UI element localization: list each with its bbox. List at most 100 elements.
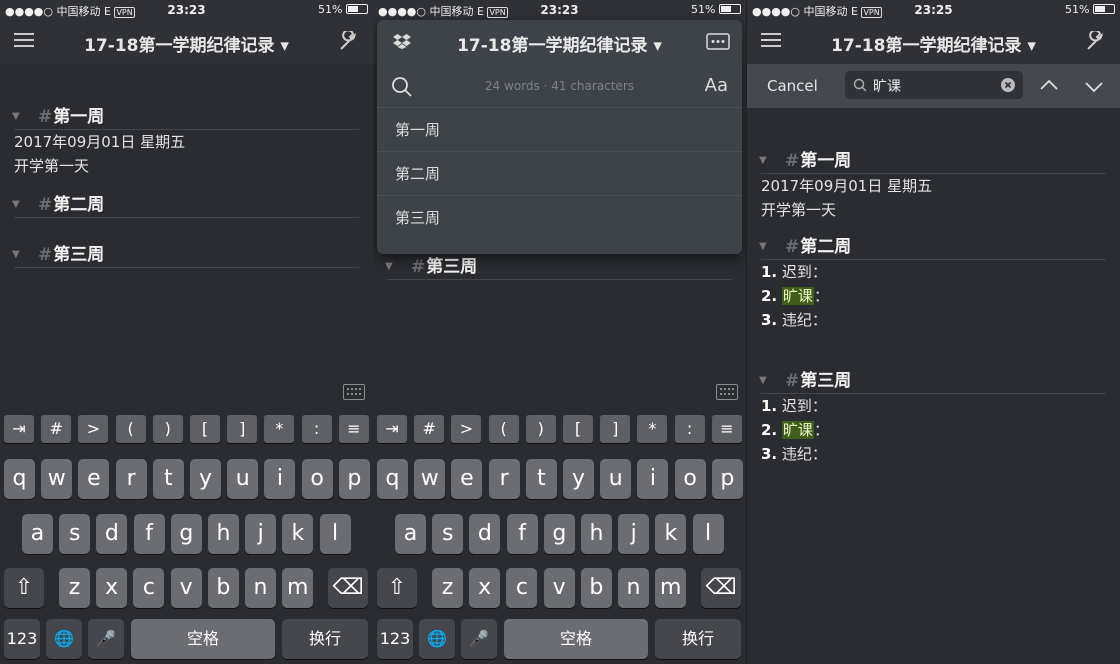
key-x[interactable]: x bbox=[469, 568, 501, 608]
heading-week1[interactable]: ▼ #第一周 bbox=[12, 104, 359, 130]
heading-week2[interactable]: ▼ #第二周 bbox=[12, 192, 359, 218]
markdown-key[interactable]: ( bbox=[115, 415, 146, 443]
document-title[interactable]: 17-18第一学期纪律记录 ▾ bbox=[0, 31, 373, 56]
key-g[interactable]: g bbox=[543, 514, 575, 554]
toc-item[interactable]: 第二周 bbox=[377, 151, 742, 195]
markdown-key[interactable]: [ bbox=[563, 415, 593, 443]
key-h[interactable]: h bbox=[581, 514, 612, 554]
collapse-icon[interactable]: ▼ bbox=[12, 192, 20, 218]
key-v[interactable]: v bbox=[543, 568, 575, 608]
toc-item[interactable]: 第三周 bbox=[377, 195, 742, 239]
globe-icon[interactable]: 🌐 bbox=[419, 619, 455, 659]
markdown-key[interactable]: [ bbox=[190, 415, 220, 443]
key-c[interactable]: c bbox=[506, 568, 538, 608]
key-q[interactable]: q bbox=[4, 459, 35, 499]
key-k[interactable]: k bbox=[282, 514, 314, 554]
markdown-key[interactable]: * bbox=[637, 415, 668, 443]
key-o[interactable]: o bbox=[674, 459, 706, 499]
heading-week3[interactable]: ▼ #第三周 bbox=[12, 242, 359, 268]
key-z[interactable]: z bbox=[59, 568, 90, 608]
collapse-icon[interactable]: ▼ bbox=[759, 234, 767, 260]
wrench-icon[interactable] bbox=[1086, 31, 1106, 51]
collapse-icon[interactable]: ▼ bbox=[12, 104, 20, 130]
key-t[interactable]: t bbox=[152, 459, 184, 499]
key-y[interactable]: y bbox=[190, 459, 221, 499]
shift-key[interactable]: ⇧ bbox=[4, 568, 44, 608]
key-d[interactable]: d bbox=[469, 514, 501, 554]
key-e[interactable]: e bbox=[451, 459, 483, 499]
key-x[interactable]: x bbox=[96, 568, 128, 608]
markdown-key[interactable]: ≡ bbox=[711, 415, 742, 443]
shift-key[interactable]: ⇧ bbox=[377, 568, 417, 608]
key-f[interactable]: f bbox=[506, 514, 538, 554]
clear-icon[interactable] bbox=[1001, 78, 1015, 92]
key-l[interactable]: l bbox=[692, 514, 724, 554]
key-h[interactable]: h bbox=[208, 514, 239, 554]
markdown-key[interactable]: ] bbox=[600, 415, 631, 443]
search-input[interactable]: 旷课 bbox=[845, 71, 1023, 99]
backspace-key[interactable]: ⌫ bbox=[328, 568, 368, 608]
markdown-key[interactable]: ( bbox=[488, 415, 519, 443]
more-icon[interactable] bbox=[706, 33, 730, 50]
wrench-icon[interactable] bbox=[339, 31, 359, 51]
key-n[interactable]: n bbox=[618, 568, 649, 608]
key-n[interactable]: n bbox=[245, 568, 276, 608]
key-s[interactable]: s bbox=[432, 514, 464, 554]
key-i[interactable]: i bbox=[264, 459, 296, 499]
markdown-key[interactable]: > bbox=[451, 415, 482, 443]
key-b[interactable]: b bbox=[207, 568, 239, 608]
heading-week2[interactable]: ▼ #第二周 bbox=[759, 234, 1106, 260]
key-z[interactable]: z bbox=[432, 568, 463, 608]
key-o[interactable]: o bbox=[301, 459, 333, 499]
numbers-key[interactable]: 123 bbox=[377, 619, 413, 659]
heading-week3[interactable]: ▼ #第三周 bbox=[385, 254, 732, 280]
backspace-key[interactable]: ⌫ bbox=[701, 568, 741, 608]
key-u[interactable]: u bbox=[600, 459, 632, 499]
key-p[interactable]: p bbox=[338, 459, 370, 499]
keyboard-dismiss-icon[interactable] bbox=[343, 384, 365, 400]
markdown-key[interactable]: ⇥ bbox=[377, 415, 407, 443]
markdown-key[interactable]: ) bbox=[152, 415, 183, 443]
key-y[interactable]: y bbox=[563, 459, 594, 499]
key-r[interactable]: r bbox=[115, 459, 147, 499]
markdown-key[interactable]: * bbox=[264, 415, 295, 443]
collapse-icon[interactable]: ▼ bbox=[385, 254, 393, 280]
space-key[interactable]: 空格 bbox=[131, 619, 275, 659]
key-j[interactable]: j bbox=[245, 514, 277, 554]
globe-icon[interactable]: 🌐 bbox=[46, 619, 82, 659]
markdown-key[interactable]: ] bbox=[227, 415, 258, 443]
markdown-key[interactable]: : bbox=[301, 415, 332, 443]
key-r[interactable]: r bbox=[488, 459, 520, 499]
markdown-key[interactable]: : bbox=[674, 415, 705, 443]
microphone-icon[interactable]: 🎤 bbox=[88, 619, 124, 659]
collapse-icon[interactable]: ▼ bbox=[759, 148, 767, 174]
editor[interactable]: ▼ #第一周 2017年09月01日 星期五 开学第一天 ▼ #第二周 1. 迟到：… bbox=[747, 108, 1120, 664]
collapse-icon[interactable]: ▼ bbox=[759, 368, 767, 394]
key-e[interactable]: e bbox=[78, 459, 110, 499]
font-size-button[interactable]: Aa bbox=[705, 75, 728, 96]
chevron-up-icon[interactable] bbox=[1040, 79, 1058, 91]
key-l[interactable]: l bbox=[319, 514, 351, 554]
key-u[interactable]: u bbox=[227, 459, 259, 499]
return-key[interactable]: 换行 bbox=[282, 619, 368, 659]
key-m[interactable]: m bbox=[282, 568, 314, 608]
key-f[interactable]: f bbox=[133, 514, 165, 554]
keyboard-dismiss-icon[interactable] bbox=[716, 384, 738, 400]
numbers-key[interactable]: 123 bbox=[4, 619, 40, 659]
key-s[interactable]: s bbox=[59, 514, 91, 554]
key-g[interactable]: g bbox=[170, 514, 202, 554]
markdown-key[interactable]: > bbox=[78, 415, 109, 443]
key-i[interactable]: i bbox=[637, 459, 669, 499]
space-key[interactable]: 空格 bbox=[504, 619, 648, 659]
markdown-key[interactable]: # bbox=[41, 415, 72, 443]
key-k[interactable]: k bbox=[655, 514, 687, 554]
cancel-button[interactable]: Cancel bbox=[767, 77, 818, 95]
chevron-down-icon[interactable] bbox=[1085, 81, 1103, 93]
heading-week1[interactable]: ▼ #第一周 bbox=[759, 148, 1106, 174]
heading-week3[interactable]: ▼ #第三周 bbox=[759, 368, 1106, 394]
return-key[interactable]: 换行 bbox=[655, 619, 741, 659]
markdown-key[interactable]: ⇥ bbox=[4, 415, 34, 443]
key-v[interactable]: v bbox=[170, 568, 202, 608]
key-w[interactable]: w bbox=[414, 459, 446, 499]
toc-item[interactable]: 第一周 bbox=[377, 107, 742, 151]
